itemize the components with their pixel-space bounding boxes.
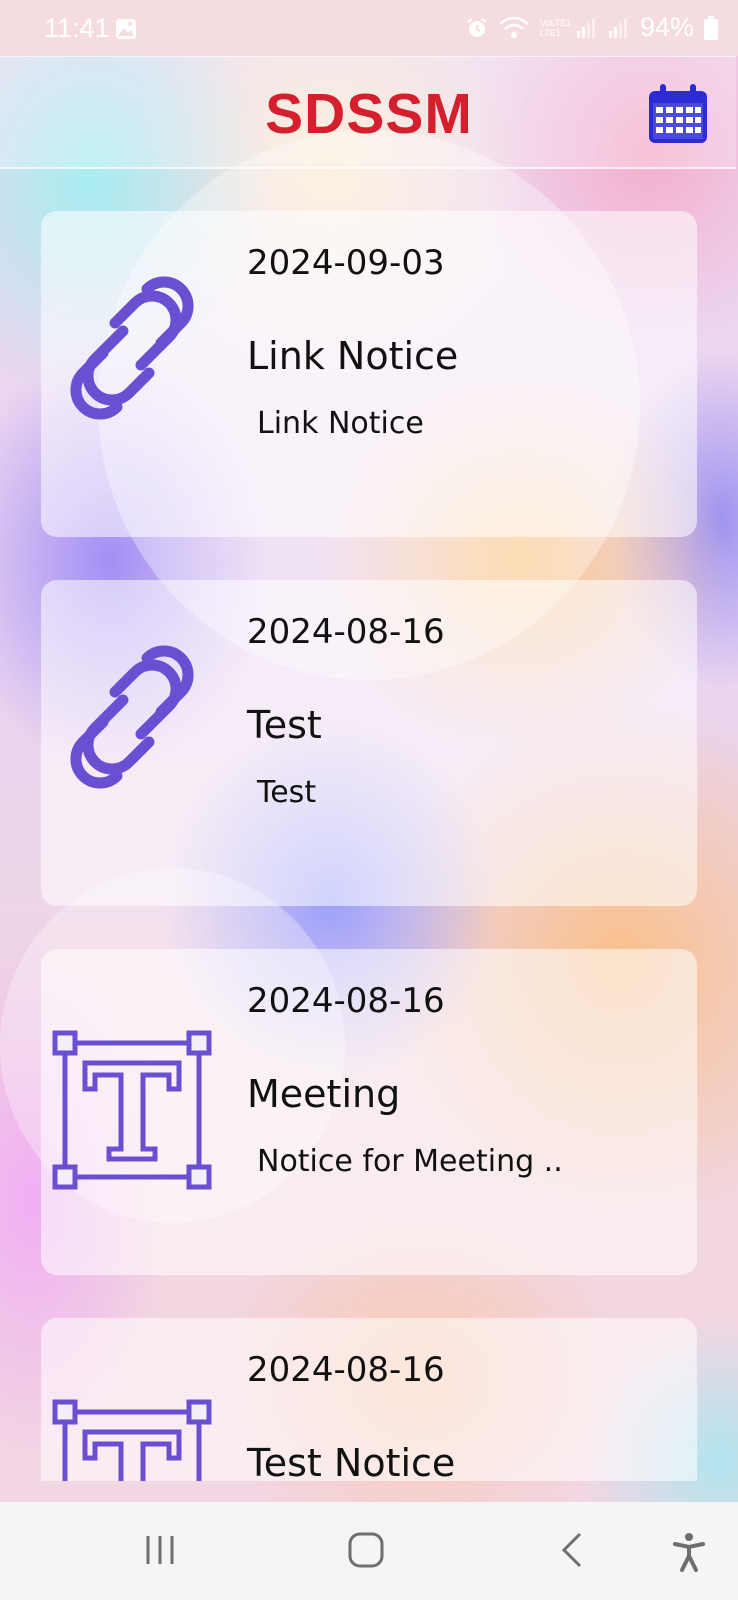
- notice-card[interactable]: 2024-08-16 Test Test: [41, 580, 697, 906]
- alarm-icon: [467, 17, 487, 37]
- notice-description: Notice for Meeting ..: [257, 1144, 563, 1179]
- status-time: 11:41: [44, 13, 110, 43]
- network-label: VoLTE1 LTE1: [539, 17, 572, 38]
- notice-card[interactable]: 2024-08-16 Test Notice: [41, 1318, 697, 1481]
- notice-title: Link Notice: [247, 334, 459, 378]
- status-bar: 11:41 VoLTE1 LTE1 94%: [0, 0, 738, 56]
- calendar-icon[interactable]: [647, 83, 709, 145]
- back-icon[interactable]: [560, 1532, 586, 1568]
- battery-percent: 94%: [639, 12, 694, 42]
- accessibility-icon[interactable]: [672, 1532, 706, 1572]
- battery-icon: [704, 15, 718, 40]
- notice-date: 2024-09-03: [247, 243, 445, 283]
- home-icon[interactable]: [347, 1532, 385, 1568]
- notice-list[interactable]: 2024-09-03 Link Notice Link Notice 2024-…: [0, 166, 738, 1481]
- gallery-icon: [116, 19, 136, 39]
- app-header: SDSSM: [0, 56, 736, 169]
- notice-card[interactable]: 2024-08-16 Meeting Notice for Meeting ..: [41, 949, 697, 1275]
- notice-title: Meeting: [247, 1072, 401, 1116]
- text-icon: [52, 1030, 212, 1190]
- link-icon: [70, 645, 194, 789]
- system-nav-bar: [0, 1502, 738, 1600]
- notice-card[interactable]: 2024-09-03 Link Notice Link Notice: [41, 211, 697, 537]
- notice-date: 2024-08-16: [247, 1350, 445, 1390]
- recent-apps-icon[interactable]: [144, 1532, 178, 1568]
- text-icon: [52, 1399, 212, 1481]
- notice-description: Link Notice: [257, 406, 424, 441]
- app-title: SDSSM: [265, 82, 473, 146]
- link-icon: [70, 276, 194, 420]
- wifi-icon: [499, 16, 529, 38]
- notice-date: 2024-08-16: [247, 612, 445, 652]
- notice-title: Test: [247, 703, 322, 747]
- signal-icon: [576, 18, 595, 38]
- notice-date: 2024-08-16: [247, 981, 445, 1021]
- notice-description: Test: [257, 775, 317, 810]
- signal-icon-2: [608, 18, 627, 38]
- notice-title: Test Notice: [247, 1441, 456, 1481]
